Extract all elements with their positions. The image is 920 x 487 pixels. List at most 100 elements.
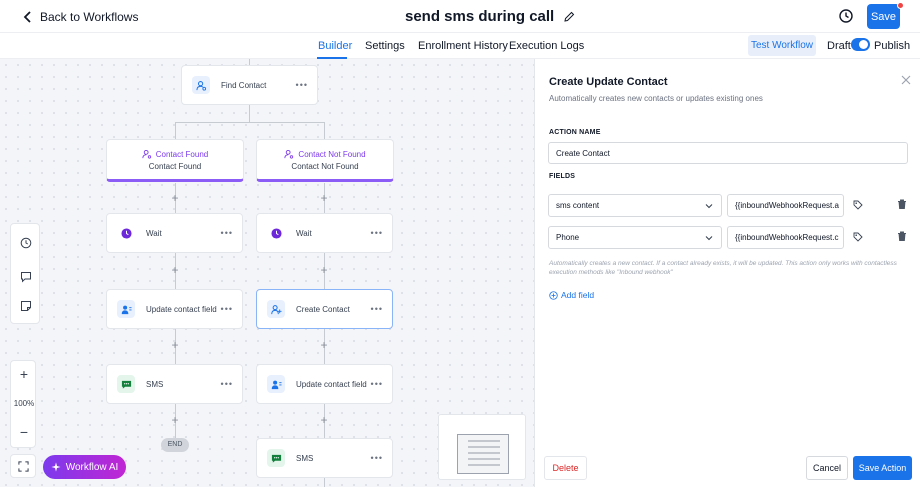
node-sms[interactable]: SMS ••• [256,438,393,478]
zoom-in-button[interactable]: + [11,366,37,382]
add-step-button[interactable]: + [170,414,180,426]
branch-contact-not-found[interactable]: Contact Not Found Contact Not Found [256,139,394,182]
tab-builder[interactable]: Builder [318,40,352,52]
unsaved-indicator [897,2,904,9]
history-icon[interactable] [20,237,32,249]
field-select[interactable]: Phone [548,226,722,249]
node-menu-button[interactable]: ••• [371,304,383,314]
zoom-level: 100% [13,399,35,408]
field-value-input[interactable]: {{inboundWebhookRequest.a [727,194,844,217]
save-action-button[interactable]: Save Action [853,456,912,480]
delete-button[interactable]: Delete [544,456,587,480]
connector [324,478,325,487]
end-marker: END [161,438,189,452]
field-value-text: {{inboundWebhookRequest.a [735,201,839,210]
chevron-down-icon [705,236,713,241]
node-label: Find Contact [221,80,267,90]
clock-icon [117,224,135,242]
publish-toggle[interactable] [851,38,870,51]
add-step-button[interactable]: + [319,264,329,276]
save-button[interactable]: Save [867,4,900,29]
minimap-viewport [457,434,509,474]
action-panel: Create Update Contact Automatically crea… [534,59,920,487]
zoom-out-button[interactable]: − [11,424,37,440]
contact-search-icon [142,149,151,159]
add-step-button[interactable]: + [319,192,329,204]
field-value-input[interactable]: {{inboundWebhookRequest.c [727,226,844,249]
workflow-title: send sms during call [405,8,575,25]
node-update-contact-field[interactable]: Update contact field ••• [106,289,243,329]
field-value-text: {{inboundWebhookRequest.c [735,233,839,242]
trash-icon[interactable] [897,199,907,209]
add-step-button[interactable]: + [319,339,329,351]
node-menu-button[interactable]: ••• [371,379,383,389]
branch-subtitle: Contact Not Found [291,162,359,171]
add-step-button[interactable]: + [170,339,180,351]
node-label: Create Contact [296,304,350,314]
tag-icon[interactable] [853,232,863,242]
add-step-button[interactable]: + [170,192,180,204]
node-menu-button[interactable]: ••• [371,453,383,463]
publish-label: Publish [874,40,911,52]
node-label: SMS [146,379,164,389]
node-menu-button[interactable]: ••• [221,379,233,389]
workflow-title-text: send sms during call [405,8,555,25]
node-wait[interactable]: Wait ••• [256,213,393,253]
branch-contact-found[interactable]: Contact Found Contact Found [106,139,244,182]
canvas-minimap[interactable] [438,414,526,480]
connector [175,122,176,139]
back-label: Back to Workflows [40,10,139,24]
history-icon[interactable] [838,8,854,24]
tab-settings[interactable]: Settings [365,40,405,52]
workflow-ai-button[interactable]: Workflow AI [43,455,126,479]
clock-icon [267,224,285,242]
sticky-note-icon[interactable] [20,300,32,312]
sms-icon [117,375,135,393]
node-label: Wait [146,228,162,238]
node-create-contact[interactable]: Create Contact ••• [256,289,393,329]
field-select-value: sms content [556,201,600,210]
node-label: Wait [296,228,312,238]
node-menu-button[interactable]: ••• [221,228,233,238]
sparkle-icon [51,462,61,472]
chevron-down-icon [705,204,713,209]
fit-view-button[interactable] [10,454,36,478]
plus-circle-icon [549,290,558,300]
tab-enrollment-history[interactable]: Enrollment History [418,40,508,52]
action-name-input[interactable] [548,142,908,164]
help-text: Automatically creates a new contact. If … [549,260,897,276]
add-field-button[interactable]: Add field [549,290,594,300]
branch-title: Contact Found [155,149,209,159]
tag-icon[interactable] [853,200,863,210]
node-wait[interactable]: Wait ••• [106,213,243,253]
test-workflow-button[interactable]: Test Workflow [748,35,816,56]
tabs-bar: Builder Settings Enrollment History Exec… [0,33,920,59]
draft-label: Draft [827,40,851,52]
contact-create-icon [267,300,285,318]
field-select[interactable]: sms content [548,194,722,217]
node-label: SMS [296,453,314,463]
add-field-label: Add field [561,290,595,300]
back-to-workflows-link[interactable]: Back to Workflows [22,10,138,24]
node-find-contact[interactable]: Find Contact ••• [181,65,318,105]
add-step-button[interactable]: + [170,264,180,276]
node-label: Update contact field [146,304,217,314]
action-name-label: ACTION NAME [549,129,601,136]
pencil-icon[interactable] [563,11,575,23]
node-menu-button[interactable]: ••• [296,80,308,90]
close-icon[interactable] [901,75,911,85]
comment-icon[interactable] [20,271,32,283]
tab-execution-logs[interactable]: Execution Logs [509,40,584,52]
node-menu-button[interactable]: ••• [221,304,233,314]
node-update-contact-field[interactable]: Update contact field ••• [256,364,393,404]
cancel-button[interactable]: Cancel [806,456,848,480]
node-menu-button[interactable]: ••• [371,228,383,238]
sms-icon [267,449,285,467]
add-step-button[interactable]: + [319,414,329,426]
contact-edit-icon [267,375,285,393]
trash-icon[interactable] [897,231,907,241]
connector [175,122,324,123]
node-sms[interactable]: SMS ••• [106,364,243,404]
field-select-value: Phone [556,233,580,242]
expand-icon [17,460,29,472]
